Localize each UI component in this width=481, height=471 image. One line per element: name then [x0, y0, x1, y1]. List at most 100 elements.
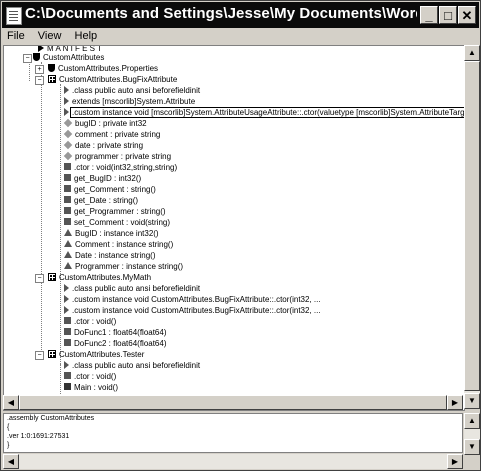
document-icon: [6, 7, 22, 25]
scroll-thumb[interactable]: [19, 395, 447, 410]
details-line: }: [7, 442, 10, 449]
maximize-button[interactable]: □: [439, 6, 457, 24]
field-icon: [63, 140, 73, 150]
menu-file[interactable]: File: [2, 28, 30, 44]
method-icon: [64, 196, 71, 204]
field-icon: [63, 151, 73, 161]
tree-item-property[interactable]: Programmer : instance string(): [64, 261, 183, 272]
tree-item-label: DoFunc1 : float64(float64): [74, 328, 167, 337]
tree-item-class-bugfixattribute[interactable]: CustomAttributes.BugFixAttribute: [48, 74, 177, 85]
minimize-button[interactable]: _: [420, 6, 438, 24]
tree-item-method[interactable]: .ctor : void(int32,string,string): [64, 162, 177, 173]
tree-item-field[interactable]: date : private string: [63, 140, 143, 151]
method-icon: [64, 185, 71, 193]
method-icon: [64, 317, 71, 325]
tree-item-label: .custom instance void CustomAttributes.B…: [72, 295, 321, 304]
tree-item[interactable]: .custom instance void CustomAttributes.B…: [64, 305, 321, 316]
tree-item-property[interactable]: Comment : instance string(): [64, 239, 173, 250]
property-icon: [64, 251, 72, 259]
details-vertical-scrollbar[interactable]: ▲ ▼: [464, 413, 480, 455]
scroll-down-icon[interactable]: ▼: [464, 439, 480, 455]
menu-help[interactable]: Help: [70, 28, 103, 44]
method-icon: [64, 163, 71, 171]
tree-item-method[interactable]: .ctor : void(): [64, 316, 116, 327]
tree-item[interactable]: .class public auto ansi beforefieldinit: [64, 85, 200, 96]
tree-item-label: CustomAttributes: [43, 53, 105, 62]
tree-vertical-scrollbar[interactable]: ▲ ▼: [464, 45, 480, 409]
tree-item-namespace-properties[interactable]: CustomAttributes.Properties: [48, 63, 158, 74]
tree-item-label: bugID : private int32: [75, 119, 147, 128]
tree-item-label: Date : instance string(): [75, 251, 156, 260]
tree-item-label: DoFunc2 : float64(float64): [74, 339, 167, 348]
tree-item[interactable]: .custom instance void CustomAttributes.B…: [64, 294, 321, 305]
collapse-icon[interactable]: −: [35, 76, 44, 85]
tree-item-selected[interactable]: .custom instance void [mscorlib]System.A…: [64, 107, 464, 118]
method-icon: [64, 328, 71, 336]
tree-horizontal-scrollbar[interactable]: ◀ ▶: [3, 395, 463, 410]
scroll-down-icon[interactable]: ▼: [464, 393, 480, 409]
tree-item-label: .ctor : void(): [74, 372, 117, 381]
info-triangle-icon: [64, 96, 69, 105]
tree-item-label: .ctor : void(): [74, 317, 117, 326]
tree-item-label: .custom instance void [mscorlib]System.A…: [70, 107, 464, 118]
tree-item-assembly[interactable]: CustomAttributes: [33, 52, 104, 63]
scroll-thumb[interactable]: [464, 61, 480, 391]
method-icon: [64, 372, 71, 380]
tree-item-field[interactable]: bugID : private int32: [63, 118, 147, 129]
tree-item-property[interactable]: BugID : instance int32(): [64, 228, 159, 239]
tree-item-label: CustomAttributes.Tester: [59, 350, 145, 359]
tree-item-class-mymath[interactable]: CustomAttributes.MyMath: [48, 272, 151, 283]
title-bar[interactable]: C:\Documents and Settings\Jesse\My Docum…: [2, 2, 479, 28]
method-icon: [64, 339, 71, 347]
tree-view[interactable]: M A N I F E S T − CustomAttributes + Cus…: [3, 45, 465, 411]
scroll-left-icon[interactable]: ◀: [3, 395, 19, 410]
tree-item-label: get_Programmer : string(): [74, 207, 166, 216]
expand-icon[interactable]: +: [35, 65, 44, 74]
field-icon: [63, 118, 73, 128]
collapse-icon[interactable]: −: [35, 351, 44, 360]
method-icon: [64, 207, 71, 215]
tree-item-property[interactable]: Date : instance string(): [64, 250, 155, 261]
tree-item-label: extends [mscorlib]System.Attribute: [72, 97, 196, 106]
tree-item-label: CustomAttributes.MyMath: [59, 273, 152, 282]
scroll-up-icon[interactable]: ▲: [464, 413, 480, 429]
property-icon: [64, 262, 72, 270]
scroll-up-icon[interactable]: ▲: [464, 45, 480, 61]
info-triangle-icon: [64, 283, 69, 292]
tree-item-label: .custom instance void CustomAttributes.B…: [72, 306, 321, 315]
collapse-icon[interactable]: −: [23, 54, 32, 63]
tree-item-label: CustomAttributes.Properties: [58, 64, 159, 73]
details-line: {: [7, 424, 10, 431]
info-triangle-icon: [64, 294, 69, 303]
tree-item-method[interactable]: get_Programmer : string(): [64, 206, 166, 217]
menu-view[interactable]: View: [33, 28, 67, 44]
tree-item-field[interactable]: comment : private string: [63, 129, 161, 140]
tree-item-method[interactable]: DoFunc2 : float64(float64): [64, 338, 167, 349]
tree-item-method[interactable]: get_BugID : int32(): [64, 173, 141, 184]
details-pane[interactable]: .assembly CustomAttributes { .ver 1:0:16…: [3, 413, 463, 453]
collapse-icon[interactable]: −: [35, 274, 44, 283]
tree-item-label: comment : private string: [75, 130, 161, 139]
tree-item[interactable]: .class public auto ansi beforefieldinit: [64, 360, 200, 371]
tree-item-field[interactable]: programmer : private string: [63, 151, 171, 162]
tree-item[interactable]: .class public auto ansi beforefieldinit: [64, 283, 200, 294]
close-button[interactable]: ✕: [458, 6, 476, 24]
scroll-left-icon[interactable]: ◀: [3, 454, 19, 469]
tree-item-method[interactable]: get_Date : string(): [64, 195, 138, 206]
tree-item[interactable]: extends [mscorlib]System.Attribute: [64, 96, 195, 107]
resize-grip[interactable]: [464, 455, 480, 469]
tree-item-method[interactable]: get_Comment : string(): [64, 184, 156, 195]
tree-item-method[interactable]: Main : void(): [64, 382, 118, 393]
ildasm-window: C:\Documents and Settings\Jesse\My Docum…: [0, 0, 481, 471]
tree-item-method[interactable]: set_Comment : void(string): [64, 217, 170, 228]
scroll-right-icon[interactable]: ▶: [447, 454, 463, 469]
info-triangle-icon: [64, 360, 69, 369]
tree-item-method[interactable]: DoFunc1 : float64(float64): [64, 327, 167, 338]
tree-item-method[interactable]: .ctor : void(): [64, 371, 116, 382]
tree-item-label: Programmer : instance string(): [75, 262, 184, 271]
tree-item-class-tester[interactable]: CustomAttributes.Tester: [48, 349, 144, 360]
shield-icon: [48, 63, 55, 72]
details-horizontal-scrollbar[interactable]: ◀ ▶: [3, 454, 463, 469]
scroll-right-icon[interactable]: ▶: [447, 395, 463, 410]
tree-item-label: Main : void(): [74, 383, 119, 392]
